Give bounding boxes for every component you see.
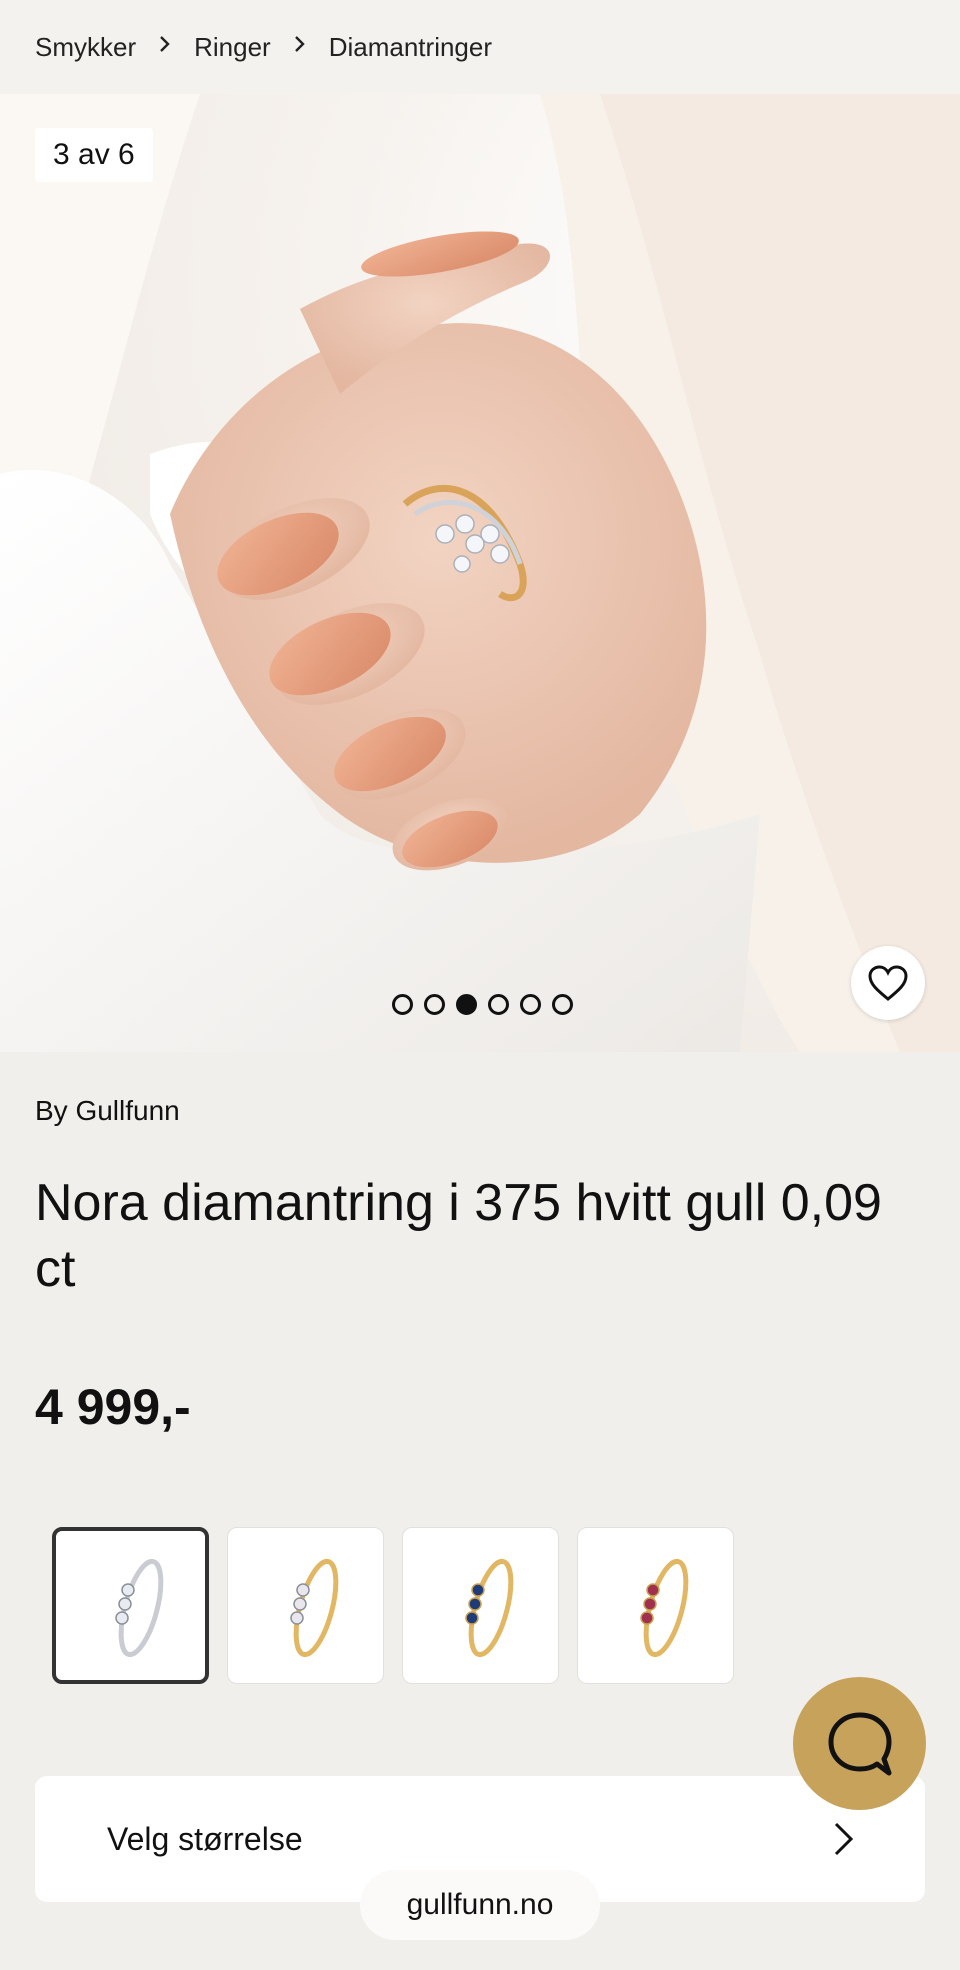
variant-selector	[52, 1527, 734, 1684]
carousel-dots	[392, 994, 573, 1015]
variant-yellow-gold-sapphire[interactable]	[402, 1527, 559, 1684]
carousel-dot-5[interactable]	[520, 994, 541, 1015]
ring-thumbnail	[114, 1558, 163, 1657]
breadcrumb: Smykker Ringer Diamantringer	[0, 0, 960, 94]
product-photo	[0, 94, 960, 1052]
heart-icon	[868, 965, 908, 1001]
carousel-dot-6[interactable]	[552, 994, 573, 1015]
variant-yellow-gold-diamond[interactable]	[227, 1527, 384, 1684]
breadcrumb-item-smykker[interactable]: Smykker	[35, 32, 136, 63]
ring-thumbnail	[464, 1558, 513, 1657]
chevron-right-icon	[834, 1822, 854, 1856]
carousel-dot-1[interactable]	[392, 994, 413, 1015]
product-title: Nora diamantring i 375 hvitt gull 0,09 c…	[35, 1174, 882, 1298]
favorite-button[interactable]	[851, 946, 925, 1020]
variant-white-gold-diamond[interactable]	[52, 1527, 209, 1684]
chat-button[interactable]	[793, 1677, 926, 1810]
carousel-dot-3[interactable]	[456, 994, 477, 1015]
breadcrumb-item-diamantringer[interactable]: Diamantringer	[329, 32, 492, 63]
product-brand[interactable]: By Gullfunn	[35, 1095, 180, 1127]
size-selector-label: Velg størrelse	[107, 1820, 303, 1857]
breadcrumb-separator	[293, 33, 307, 61]
breadcrumb-separator	[158, 33, 172, 61]
image-counter: 3 av 6	[35, 128, 153, 182]
carousel-dot-2[interactable]	[424, 994, 445, 1015]
ring-thumbnail	[639, 1558, 688, 1657]
browser-domain-pill[interactable]: gullfunn.no	[360, 1870, 600, 1940]
breadcrumb-item-ringer[interactable]: Ringer	[194, 32, 271, 63]
variant-yellow-gold-ruby[interactable]	[577, 1527, 734, 1684]
product-price: 4 999,-	[35, 1379, 191, 1435]
product-image-gallery[interactable]: 3 av 6	[0, 94, 960, 1052]
ring-thumbnail	[289, 1558, 338, 1657]
carousel-dot-4[interactable]	[488, 994, 509, 1015]
chat-bubble-icon	[828, 1712, 891, 1775]
